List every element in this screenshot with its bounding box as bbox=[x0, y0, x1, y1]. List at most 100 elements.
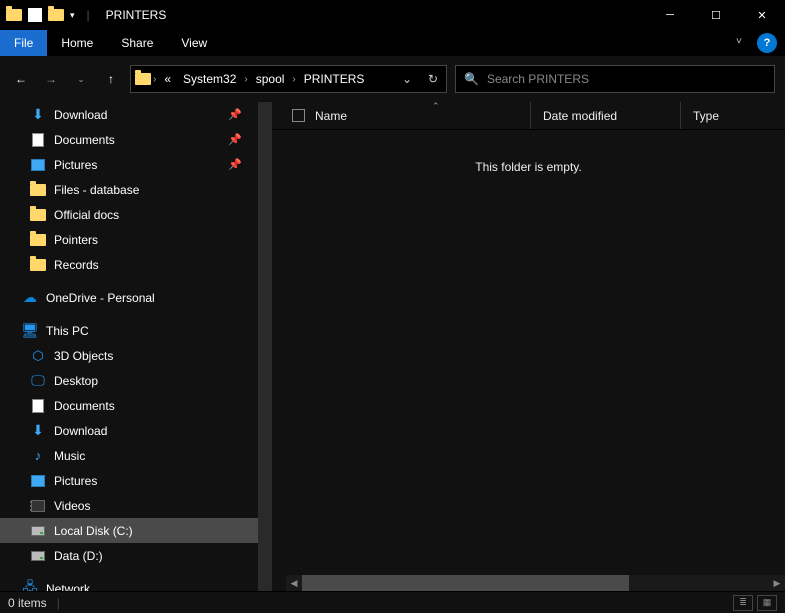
address-bar: ← → ⌄ ↑ › « System32 › spool › PRINTERS … bbox=[0, 56, 785, 102]
folder-app-icon bbox=[6, 7, 22, 23]
sidebar-item-desktop[interactable]: 🖵 Desktop bbox=[0, 368, 258, 393]
sidebar-item-label: Documents bbox=[54, 133, 115, 147]
crumb-system32[interactable]: System32 bbox=[177, 66, 242, 92]
document-icon bbox=[30, 132, 46, 148]
sidebar-network[interactable]: 🖧 Network bbox=[0, 576, 258, 591]
search-input[interactable]: 🔍 Search PRINTERS bbox=[455, 65, 775, 93]
network-icon: 🖧 bbox=[22, 581, 38, 592]
sidebar-item-label: Desktop bbox=[54, 374, 98, 388]
music-icon: ♪ bbox=[30, 448, 46, 464]
horizontal-scrollbar[interactable]: ◀ ▶ bbox=[286, 575, 785, 591]
navigation-pane[interactable]: ⬇Download📌Documents📌Pictures📌Files - dat… bbox=[0, 102, 258, 591]
recent-locations-button[interactable]: ⌄ bbox=[70, 68, 92, 90]
sidebar-item-label: Files - database bbox=[54, 183, 139, 197]
tab-file[interactable]: File bbox=[0, 30, 47, 56]
view-thumbnails-button[interactable]: ▦ bbox=[757, 595, 777, 611]
tab-view[interactable]: View bbox=[167, 30, 221, 56]
scroll-left-icon[interactable]: ◀ bbox=[286, 575, 302, 591]
sidebar-item-label: Data (D:) bbox=[54, 549, 103, 563]
sidebar-item-pointers[interactable]: Pointers bbox=[0, 227, 258, 252]
sidebar-this-pc[interactable]: 🖥 This PC bbox=[0, 318, 258, 343]
sidebar-item-records[interactable]: Records bbox=[0, 252, 258, 277]
quick-access-checklist-icon[interactable] bbox=[28, 8, 42, 22]
crumb-printers[interactable]: PRINTERS bbox=[298, 66, 371, 92]
video-icon bbox=[30, 498, 46, 514]
sidebar-item-label: Music bbox=[54, 449, 85, 463]
sidebar-item-local-disk-c-[interactable]: Local Disk (C:) bbox=[0, 518, 258, 543]
scroll-right-icon[interactable]: ▶ bbox=[769, 575, 785, 591]
sidebar-item-label: 3D Objects bbox=[54, 349, 113, 363]
picture-icon bbox=[30, 157, 46, 173]
drive-icon bbox=[30, 548, 46, 564]
chevron-right-icon[interactable]: › bbox=[244, 74, 247, 85]
column-label: Type bbox=[693, 109, 719, 123]
pin-icon: 📌 bbox=[228, 158, 242, 171]
ribbon-collapse-icon[interactable]: ⱽ bbox=[725, 30, 753, 56]
minimize-button[interactable]: ─ bbox=[647, 0, 693, 30]
forward-button[interactable]: → bbox=[40, 68, 62, 90]
close-button[interactable]: ✕ bbox=[739, 0, 785, 30]
sidebar-item-3d-objects[interactable]: ⬡ 3D Objects bbox=[0, 343, 258, 368]
sidebar-item-label: Pointers bbox=[54, 233, 98, 247]
sidebar-item-label: Videos bbox=[54, 499, 90, 513]
breadcrumb-ellipsis[interactable]: « bbox=[158, 66, 177, 92]
pane-splitter[interactable] bbox=[258, 102, 272, 591]
sidebar-item-label: Pictures bbox=[54, 474, 97, 488]
crumb-spool[interactable]: spool bbox=[250, 66, 291, 92]
empty-folder-message: This folder is empty. bbox=[272, 130, 785, 174]
chevron-right-icon[interactable]: › bbox=[153, 74, 156, 85]
quick-access-folder-icon[interactable] bbox=[48, 7, 64, 23]
column-date[interactable]: Date modified bbox=[530, 102, 680, 129]
column-name[interactable]: Name bbox=[280, 102, 530, 129]
maximize-button[interactable]: ☐ bbox=[693, 0, 739, 30]
scrollbar-thumb[interactable] bbox=[302, 575, 629, 591]
sidebar-item-videos[interactable]: Videos bbox=[0, 493, 258, 518]
sidebar-item-label: Documents bbox=[54, 399, 115, 413]
cloud-icon: ☁ bbox=[22, 290, 38, 306]
file-list-pane: ⌃ Name Date modified Type This folder is… bbox=[272, 102, 785, 591]
sidebar-item-music[interactable]: ♪ Music bbox=[0, 443, 258, 468]
sidebar-item-download[interactable]: ⬇Download bbox=[0, 418, 258, 443]
column-label: Name bbox=[315, 109, 347, 123]
desktop-icon: 🖵 bbox=[30, 373, 46, 389]
column-type[interactable]: Type bbox=[680, 102, 785, 129]
up-button[interactable]: ↑ bbox=[100, 68, 122, 90]
folder-icon bbox=[30, 257, 46, 273]
breadcrumb[interactable]: › « System32 › spool › PRINTERS ⌄ ↻ bbox=[130, 65, 447, 93]
tab-share[interactable]: Share bbox=[107, 30, 167, 56]
sidebar-item-label: OneDrive - Personal bbox=[46, 291, 155, 305]
sidebar-item-label: Download bbox=[54, 108, 107, 122]
chevron-right-icon[interactable]: › bbox=[292, 74, 295, 85]
drive-icon bbox=[30, 523, 46, 539]
sidebar-item-pictures[interactable]: Pictures📌 bbox=[0, 152, 258, 177]
sidebar-item-documents[interactable]: Documents 📌 bbox=[0, 127, 258, 152]
sidebar-item-official-docs[interactable]: Official docs bbox=[0, 202, 258, 227]
status-item-count: 0 items bbox=[8, 596, 47, 610]
pin-icon: 📌 bbox=[228, 133, 242, 146]
download-icon: ⬇ bbox=[30, 423, 46, 439]
select-all-checkbox[interactable] bbox=[292, 109, 305, 122]
sidebar-item-data-d-[interactable]: Data (D:) bbox=[0, 543, 258, 568]
cube-icon: ⬡ bbox=[30, 348, 46, 364]
column-label: Date modified bbox=[543, 109, 617, 123]
sidebar-item-documents[interactable]: Documents bbox=[0, 393, 258, 418]
view-details-button[interactable]: ≣ bbox=[733, 595, 753, 611]
back-button[interactable]: ← bbox=[10, 68, 32, 90]
quick-access-customize-icon[interactable]: ▾ bbox=[70, 10, 75, 21]
breadcrumb-dropdown-icon[interactable]: ⌄ bbox=[394, 72, 420, 86]
breadcrumb-folder-icon bbox=[135, 71, 151, 87]
folder-icon bbox=[30, 232, 46, 248]
sidebar-item-label: Network bbox=[46, 582, 90, 592]
refresh-button[interactable]: ↻ bbox=[420, 72, 446, 86]
sidebar-item-label: Local Disk (C:) bbox=[54, 524, 133, 538]
picture-icon bbox=[30, 473, 46, 489]
help-button[interactable]: ? bbox=[757, 33, 777, 53]
sidebar-item-pictures[interactable]: Pictures bbox=[0, 468, 258, 493]
sort-indicator-icon: ⌃ bbox=[432, 101, 440, 112]
pc-icon: 🖥 bbox=[22, 323, 38, 339]
sidebar-item-download[interactable]: ⬇Download📌 bbox=[0, 102, 258, 127]
tab-home[interactable]: Home bbox=[47, 30, 107, 56]
sidebar-item-files-database[interactable]: Files - database bbox=[0, 177, 258, 202]
titlebar: ▾ | PRINTERS ─ ☐ ✕ bbox=[0, 0, 785, 30]
sidebar-onedrive[interactable]: ☁ OneDrive - Personal bbox=[0, 285, 258, 310]
